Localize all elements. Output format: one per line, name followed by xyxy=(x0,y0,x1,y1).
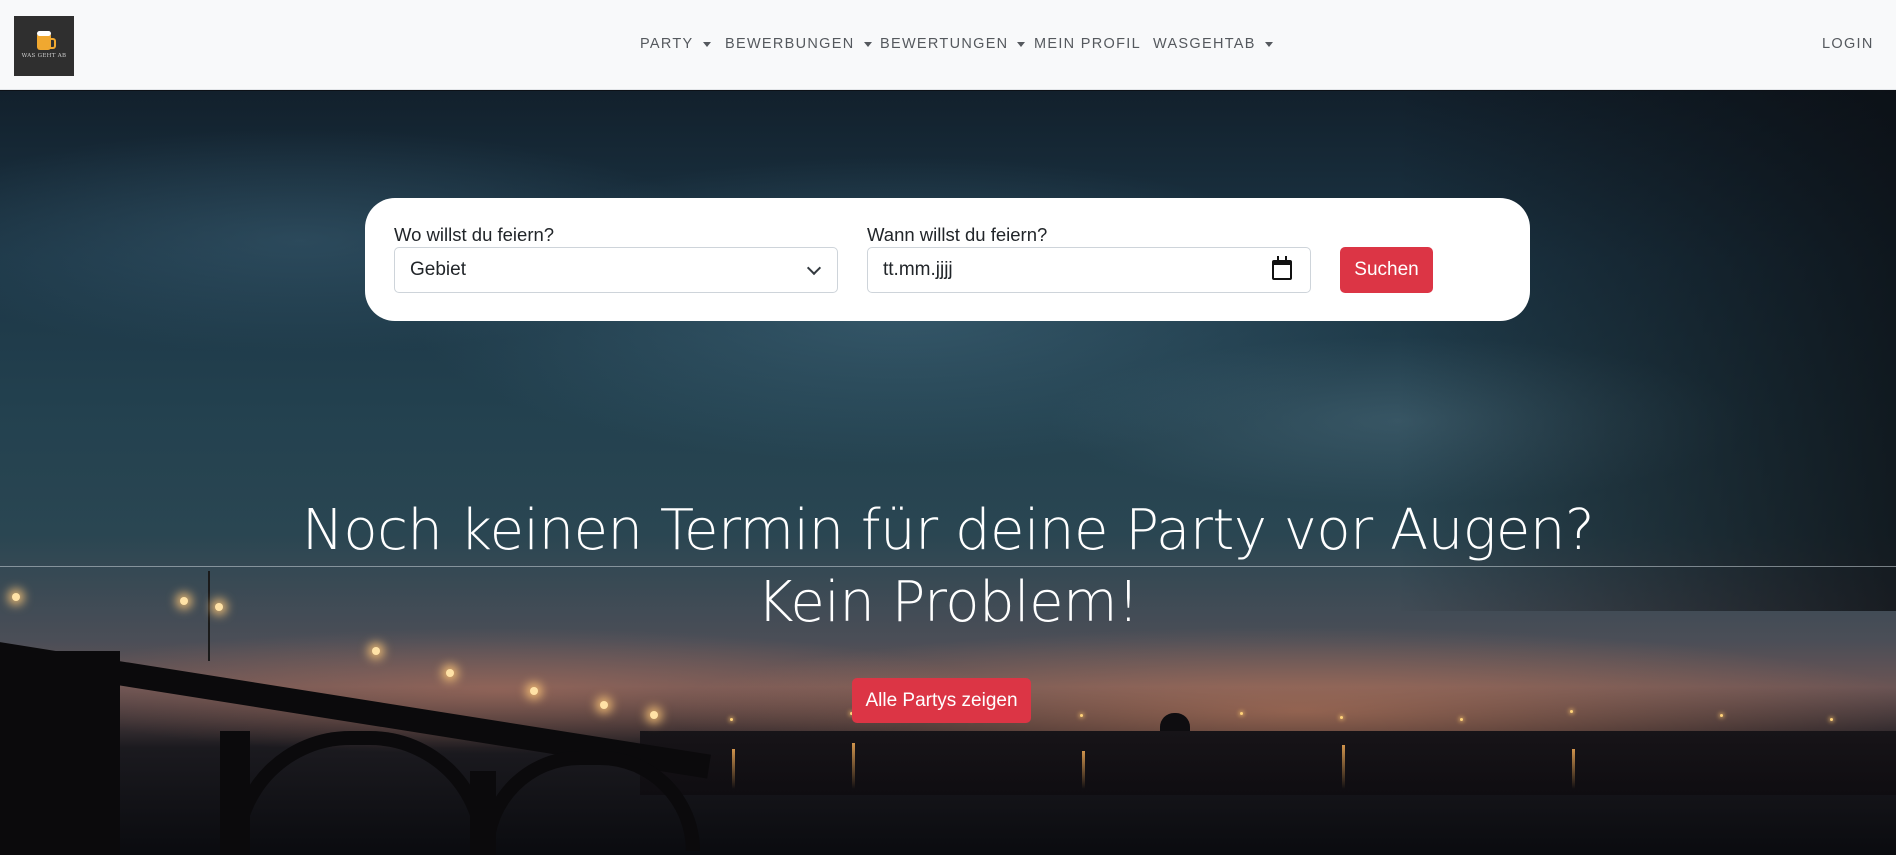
chevron-down-icon xyxy=(806,260,822,276)
calendar-icon[interactable] xyxy=(1272,256,1292,280)
nav-item-label: WASGEHTAB xyxy=(1153,36,1256,52)
search-button[interactable]: Suchen xyxy=(1340,247,1433,293)
login-link[interactable]: LOGIN xyxy=(1822,36,1874,52)
nav-item-label: BEWERBUNGEN xyxy=(725,36,855,52)
nav-item-bewertungen[interactable]: BEWERTUNGEN xyxy=(880,36,1026,52)
main-nav: PARTY BEWERBUNGEN BEWERTUNGEN MEIN PROFI… xyxy=(0,0,1896,90)
nav-item-wasgehtab[interactable]: WASGEHTAB xyxy=(1153,36,1273,52)
nav-item-label: BEWERTUNGEN xyxy=(880,36,1009,52)
caret-down-icon xyxy=(863,41,872,47)
date-input[interactable]: tt.mm.jjjj xyxy=(867,247,1311,293)
caret-down-icon xyxy=(1264,41,1273,47)
search-card: Wo willst du feiern? Gebiet Wann willst … xyxy=(365,198,1530,321)
navbar: WAS GEHT AB PARTY BEWERBUNGEN BEWERTUNGE… xyxy=(0,0,1896,90)
headline-line-1: Noch keinen Termin für deine Party vor A… xyxy=(301,498,1595,563)
date-input-placeholder: tt.mm.jjjj xyxy=(883,259,953,280)
nav-item-bewerbungen[interactable]: BEWERBUNGEN xyxy=(725,36,872,52)
hero-headline: Noch keinen Termin für deine Party vor A… xyxy=(0,495,1896,639)
location-select-value: Gebiet xyxy=(410,259,466,280)
date-label: Wann willst du feiern? xyxy=(867,224,1048,245)
nav-item-mein-profil[interactable]: MEIN PROFIL xyxy=(1034,36,1141,52)
city-skyline xyxy=(640,685,1896,795)
caret-down-icon xyxy=(1017,41,1026,47)
headline-line-2: Kein Problem! xyxy=(756,570,1140,635)
location-label: Wo willst du feiern? xyxy=(394,224,555,245)
nav-item-label: MEIN PROFIL xyxy=(1034,36,1141,52)
nav-item-party[interactable]: PARTY xyxy=(640,36,711,52)
nav-item-label: PARTY xyxy=(640,36,694,52)
caret-down-icon xyxy=(702,41,711,47)
location-select[interactable]: Gebiet xyxy=(394,247,838,293)
show-all-parties-button[interactable]: Alle Partys zeigen xyxy=(852,678,1031,723)
